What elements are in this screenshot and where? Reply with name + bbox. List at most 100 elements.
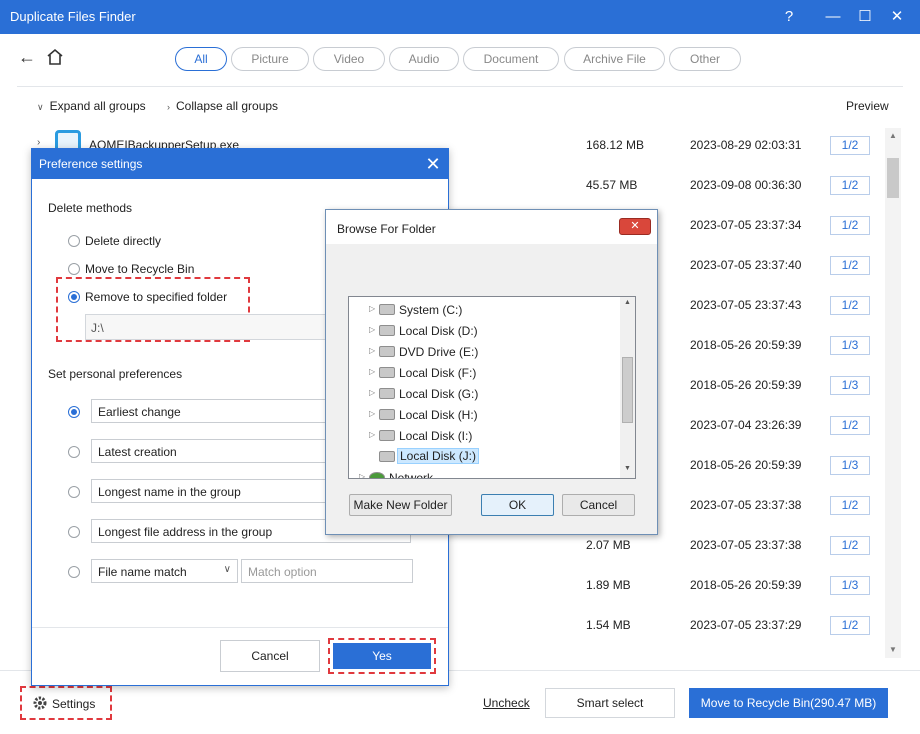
scroll-up-icon[interactable]: ▲ (887, 130, 899, 142)
collapse-all-label: Collapse all groups (176, 99, 279, 113)
filter-audio[interactable]: Audio (389, 47, 459, 71)
list-scrollbar[interactable]: ▲ ▼ (885, 128, 901, 658)
tree-item-label: Local Disk (J:) (397, 448, 480, 464)
duplicate-count[interactable]: 1/3 (830, 336, 870, 355)
duplicate-count[interactable]: 1/3 (830, 576, 870, 595)
scroll-down-icon[interactable]: ▼ (887, 644, 899, 656)
drive-icon (379, 388, 395, 399)
duplicate-count[interactable]: 1/3 (830, 456, 870, 475)
tree-item-local-disk-j[interactable]: Local Disk (J:) (349, 446, 621, 467)
filter-video[interactable]: Video (313, 47, 385, 71)
duplicate-count[interactable]: 1/2 (830, 616, 870, 635)
delete-directly-radio[interactable] (68, 235, 80, 247)
preference-title: Preference settings (39, 157, 143, 171)
tree-item-dvd-drive-e[interactable]: ▷ DVD Drive (E:) (349, 341, 621, 362)
settings-button[interactable]: Settings (20, 686, 112, 720)
tree-item-local-disk-h[interactable]: ▷ Local Disk (H:) (349, 404, 621, 425)
maximize-button[interactable]: ☐ (852, 4, 878, 30)
help-button[interactable]: ? (776, 4, 802, 30)
smart-select-button[interactable]: Smart select (545, 688, 675, 718)
latest-creation-radio[interactable] (68, 446, 80, 458)
file-name-match-radio[interactable] (68, 566, 80, 578)
cancel-button[interactable]: Cancel (220, 640, 320, 672)
file-name-match-label: File name match (98, 565, 187, 579)
file-date: 2023-07-05 23:37:38 (690, 538, 802, 552)
folder-path-field[interactable]: J:\ (85, 314, 335, 340)
filter-other[interactable]: Other (669, 47, 741, 71)
home-icon[interactable] (45, 47, 65, 67)
yes-highlight: Yes (328, 638, 436, 674)
close-icon[interactable]: ✕ (422, 153, 444, 175)
tree-scrollbar[interactable]: ▲ ▼ (620, 297, 635, 478)
scroll-up-icon[interactable]: ▲ (622, 299, 633, 306)
file-size: 168.12 MB (586, 138, 645, 152)
tree-item-local-disk-f[interactable]: ▷ Local Disk (F:) (349, 362, 621, 383)
expand-arrow-icon[interactable]: ▷ (369, 367, 375, 376)
duplicate-count[interactable]: 1/3 (830, 376, 870, 395)
expand-arrow-icon[interactable]: ▷ (369, 346, 375, 355)
scroll-thumb[interactable] (887, 158, 899, 198)
longest-name-radio[interactable] (68, 486, 80, 498)
make-new-folder-button[interactable]: Make New Folder (349, 494, 452, 516)
tree-item-label: Local Disk (D:) (399, 324, 478, 338)
duplicate-count[interactable]: 1/2 (830, 536, 870, 555)
preview-toggle[interactable]: Preview (846, 99, 889, 113)
expand-all-groups[interactable]: ∨ Expand all groups (37, 99, 146, 113)
scroll-down-icon[interactable]: ▼ (622, 465, 633, 472)
match-option-input[interactable]: Match option (241, 559, 413, 583)
duplicate-count[interactable]: 1/2 (830, 496, 870, 515)
file-date: 2023-07-05 23:37:29 (690, 618, 802, 632)
dvd-drive-icon (379, 346, 395, 357)
chevron-right-icon[interactable]: › (37, 137, 40, 148)
back-arrow-icon[interactable]: ← (18, 47, 38, 67)
expand-arrow-icon[interactable]: ▷ (369, 325, 375, 334)
tree-item-system-c[interactable]: ▷ System (C:) (349, 299, 621, 320)
remove-folder-label: Remove to specified folder (85, 290, 228, 304)
longest-address-radio[interactable] (68, 526, 80, 538)
collapse-all-groups[interactable]: › Collapse all groups (167, 99, 278, 113)
drive-icon (379, 451, 395, 462)
file-date: 2023-07-05 23:37:40 (690, 258, 802, 272)
filter-document[interactable]: Document (463, 47, 559, 71)
expand-arrow-icon[interactable]: ▷ (359, 472, 365, 478)
minimize-button[interactable]: — (820, 4, 846, 30)
drive-icon (379, 325, 395, 336)
close-button[interactable]: ✕ (884, 4, 910, 30)
filter-archive-file[interactable]: Archive File (564, 47, 665, 71)
tree-item-network[interactable]: ▷ Network (349, 467, 611, 478)
duplicate-count[interactable]: 1/2 (830, 416, 870, 435)
duplicate-count[interactable]: 1/2 (830, 296, 870, 315)
tree-item-local-disk-d[interactable]: ▷ Local Disk (D:) (349, 320, 621, 341)
earliest-change-radio[interactable] (68, 406, 80, 418)
scroll-thumb[interactable] (622, 357, 633, 423)
tree-item-local-disk-g[interactable]: ▷ Local Disk (G:) (349, 383, 621, 404)
move-recycle-radio[interactable] (68, 263, 80, 275)
expand-arrow-icon[interactable]: ▷ (369, 430, 375, 439)
filter-all[interactable]: All (175, 47, 227, 71)
ok-button[interactable]: OK (481, 494, 554, 516)
move-to-recycle-bin-button[interactable]: Move to Recycle Bin(290.47 MB) (689, 688, 888, 718)
browse-close-button[interactable]: ✕ (619, 218, 651, 235)
duplicate-count[interactable]: 1/2 (830, 176, 870, 195)
yes-button[interactable]: Yes (333, 643, 431, 669)
duplicate-count[interactable]: 1/2 (830, 216, 870, 235)
file-date: 2023-07-04 23:26:39 (690, 418, 802, 432)
file-date: 2023-07-05 23:37:38 (690, 498, 802, 512)
drive-icon (379, 304, 395, 315)
browse-cancel-button[interactable]: Cancel (562, 494, 635, 516)
delete-methods-heading: Delete methods (48, 201, 133, 215)
file-name-match-select[interactable]: File name match ∨ (91, 559, 238, 583)
duplicate-count[interactable]: 1/2 (830, 136, 870, 155)
uncheck-link[interactable]: Uncheck (483, 696, 530, 710)
duplicate-count[interactable]: 1/2 (830, 256, 870, 275)
filter-picture[interactable]: Picture (231, 47, 309, 71)
move-recycle-label: Move to Recycle Bin (85, 262, 195, 276)
tree-item-local-disk-i[interactable]: ▷ Local Disk (I:) (349, 425, 621, 446)
expand-arrow-icon[interactable]: ▷ (369, 409, 375, 418)
file-size: 1.54 MB (586, 618, 631, 632)
expand-arrow-icon[interactable]: ▷ (369, 388, 375, 397)
remove-folder-radio[interactable] (68, 291, 80, 303)
chevron-right-icon: › (167, 102, 170, 112)
expand-arrow-icon[interactable]: ▷ (369, 304, 375, 313)
chevron-down-icon: ∨ (37, 102, 44, 112)
